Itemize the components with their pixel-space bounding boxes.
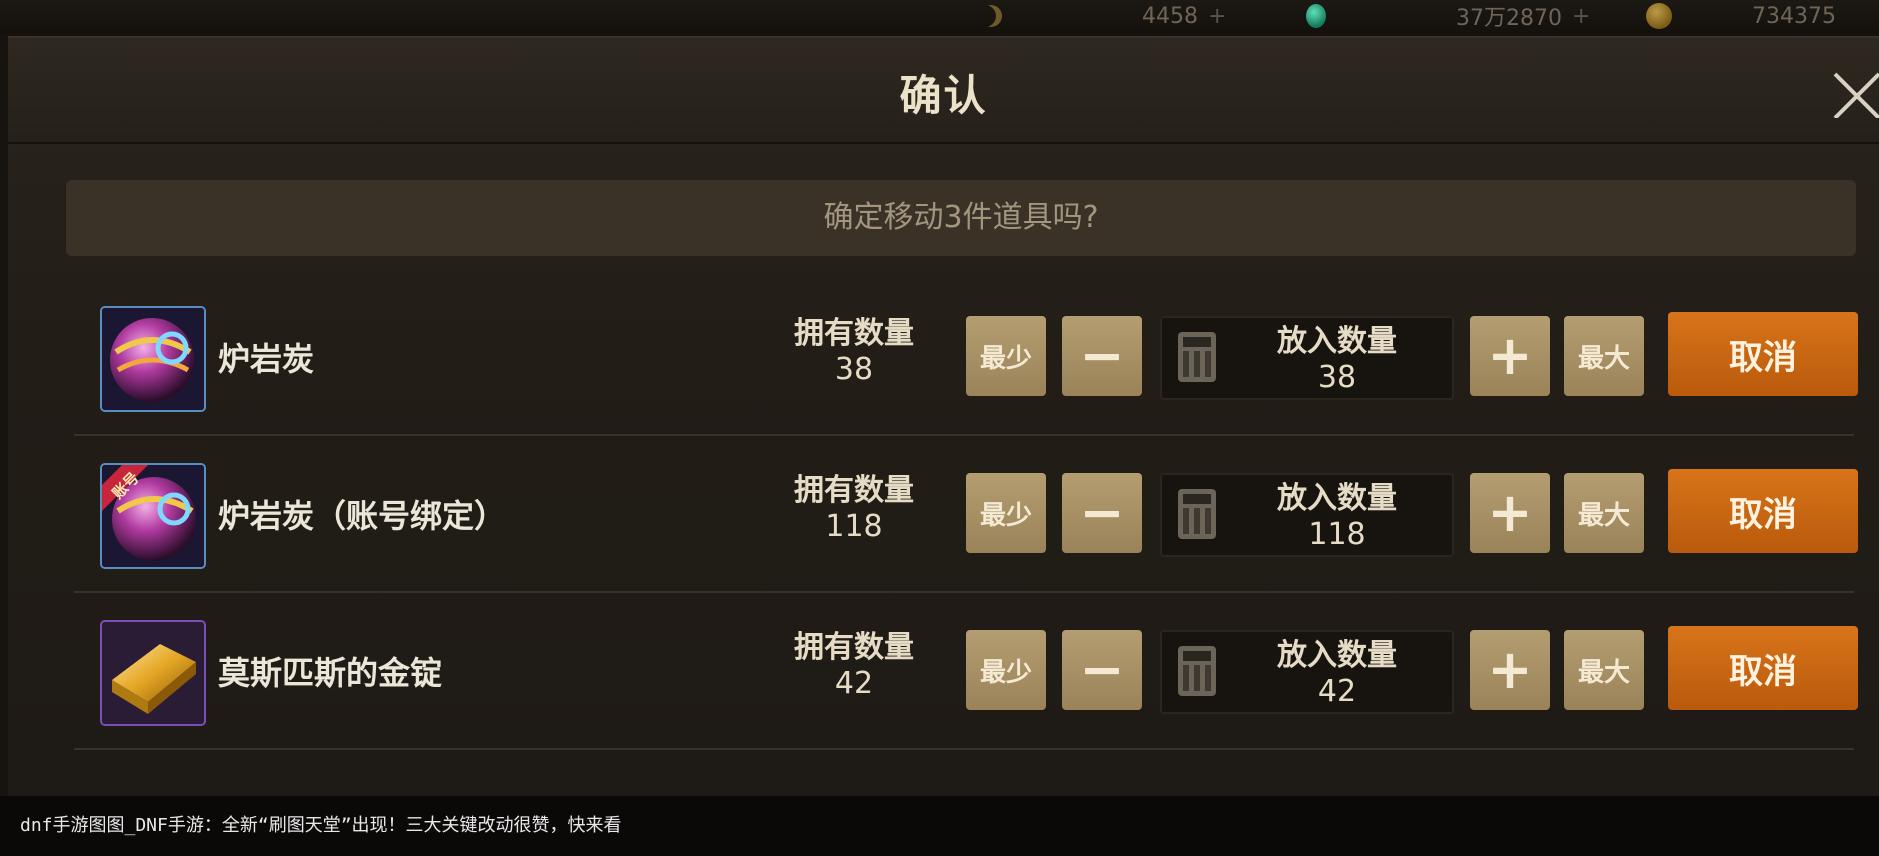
- resource-energy-value: 4458: [1142, 3, 1198, 29]
- plus-icon: +: [1487, 481, 1533, 544]
- resource-gold-value: 734375: [1752, 3, 1836, 29]
- row-divider: [74, 591, 1854, 593]
- max-button[interactable]: 最大: [1564, 630, 1644, 710]
- increase-button[interactable]: +: [1470, 473, 1550, 553]
- item-row: 莫斯匹斯的金锭 拥有数量 42 最少 − 放入数量 42 + 最大 取消: [74, 600, 1858, 750]
- put-quantity-label: 放入数量: [1277, 481, 1397, 516]
- calculator-icon[interactable]: [1178, 646, 1216, 696]
- owned-count: 拥有数量 38: [774, 316, 934, 388]
- calculator-icon[interactable]: [1178, 332, 1216, 382]
- dialog-header: 确认: [8, 38, 1879, 144]
- item-name: 莫斯匹斯的金锭: [218, 654, 443, 692]
- add-energy-icon[interactable]: +: [1208, 4, 1226, 29]
- caption-text: dnf手游图图_DNF手游：全新“刷图天堂”出现！三大关键改动很赞，快来看: [0, 796, 1879, 856]
- minus-icon: −: [1079, 638, 1125, 701]
- put-quantity-value: 38: [1317, 360, 1357, 395]
- moon-icon: [980, 5, 1002, 27]
- confirm-dialog: 确认 确定移动3件道具吗? 炉岩炭 拥有数量 38 最少 − 放入数量 38 +…: [8, 36, 1879, 798]
- cancel-button[interactable]: 取消: [1668, 312, 1858, 396]
- minus-icon: −: [1079, 324, 1125, 387]
- owned-label: 拥有数量: [794, 473, 914, 508]
- lava-coal-icon: [100, 306, 206, 412]
- max-button[interactable]: 最大: [1564, 316, 1644, 396]
- decrease-button[interactable]: −: [1062, 316, 1142, 396]
- gold-ingot-icon: [100, 620, 206, 726]
- cancel-button[interactable]: 取消: [1668, 469, 1858, 553]
- decrease-button[interactable]: −: [1062, 630, 1142, 710]
- resource-gold: 734375: [1646, 2, 1836, 30]
- quantity-input[interactable]: 放入数量 38: [1160, 316, 1454, 400]
- minus-icon: −: [1079, 481, 1125, 544]
- max-button[interactable]: 最大: [1564, 473, 1644, 553]
- lava-coal-bound-icon: 账号: [100, 463, 206, 569]
- plus-icon: +: [1487, 638, 1533, 701]
- owned-value: 118: [825, 509, 883, 544]
- row-divider: [74, 748, 1854, 750]
- owned-count: 拥有数量 118: [774, 473, 934, 545]
- decrease-button[interactable]: −: [1062, 473, 1142, 553]
- item-row: 账号 炉岩炭（账号绑定） 拥有数量 118 最少 − 放入数量 118 + 最大…: [74, 443, 1858, 593]
- owned-value: 42: [834, 666, 874, 701]
- cancel-button[interactable]: 取消: [1668, 626, 1858, 710]
- min-button[interactable]: 最少: [966, 473, 1046, 553]
- item-name: 炉岩炭: [218, 340, 315, 378]
- calculator-icon[interactable]: [1178, 489, 1216, 539]
- increase-button[interactable]: +: [1470, 630, 1550, 710]
- increase-button[interactable]: +: [1470, 316, 1550, 396]
- owned-label: 拥有数量: [794, 316, 914, 351]
- item-row: 炉岩炭 拥有数量 38 最少 − 放入数量 38 + 最大 取消: [74, 286, 1858, 436]
- resource-gem: 37万2870 +: [1306, 2, 1590, 31]
- min-button[interactable]: 最少: [966, 630, 1046, 710]
- quantity-input[interactable]: 放入数量 42: [1160, 630, 1454, 714]
- gem-icon: [1306, 4, 1326, 28]
- owned-count: 拥有数量 42: [774, 630, 934, 702]
- resource-energy: 4458 +: [980, 2, 1226, 30]
- gold-coin-icon: [1646, 3, 1672, 29]
- resource-bar: 4458 + 37万2870 + 734375: [0, 0, 1879, 34]
- put-quantity-value: 42: [1317, 674, 1357, 709]
- close-button[interactable]: [1827, 66, 1879, 120]
- dialog-title: 确认: [899, 71, 988, 120]
- quantity-input[interactable]: 放入数量 118: [1160, 473, 1454, 557]
- resource-gem-value: 37万2870: [1456, 6, 1562, 31]
- put-quantity-value: 118: [1308, 517, 1366, 552]
- confirm-prompt: 确定移动3件道具吗?: [66, 180, 1856, 256]
- owned-value: 38: [834, 352, 874, 387]
- add-gem-icon[interactable]: +: [1572, 4, 1590, 29]
- item-name: 炉岩炭（账号绑定）: [218, 497, 507, 535]
- put-quantity-label: 放入数量: [1277, 324, 1397, 359]
- put-quantity-label: 放入数量: [1277, 638, 1397, 673]
- min-button[interactable]: 最少: [966, 316, 1046, 396]
- plus-icon: +: [1487, 324, 1533, 387]
- row-divider: [74, 434, 1854, 436]
- close-icon: [1833, 72, 1879, 120]
- owned-label: 拥有数量: [794, 630, 914, 665]
